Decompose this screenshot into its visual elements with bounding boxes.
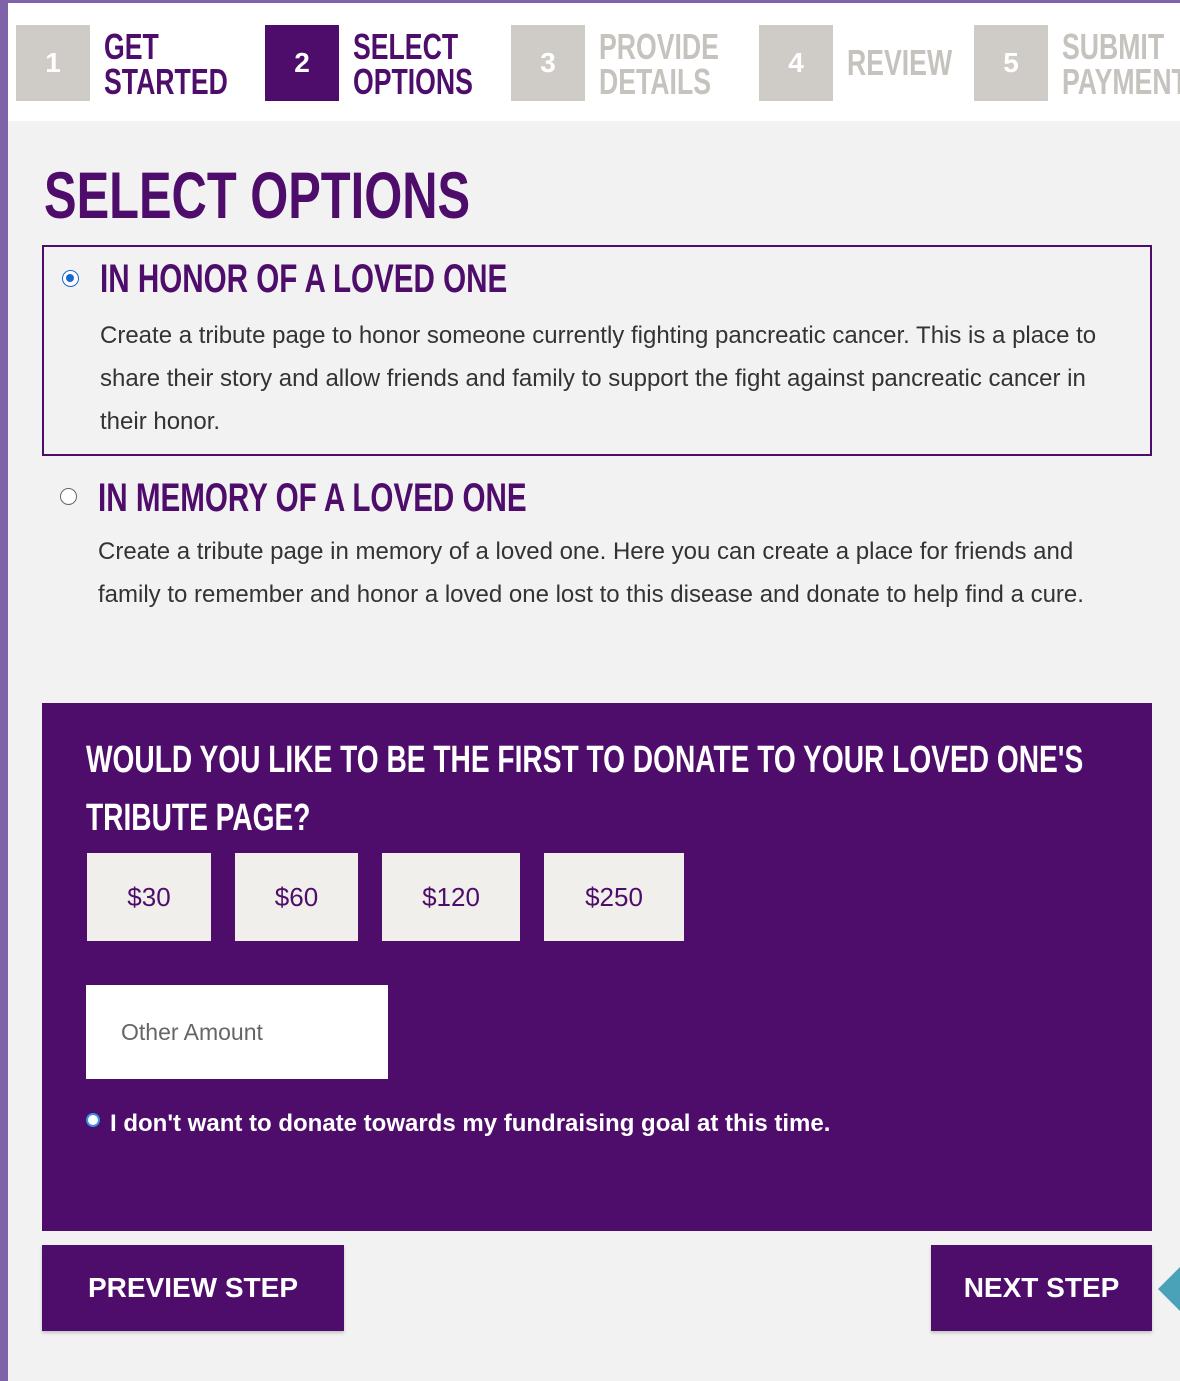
step-label: PROVIDE DETAILS <box>599 26 761 102</box>
amount-button-120[interactable]: $120 <box>382 853 520 941</box>
donation-panel: WOULD YOU LIKE TO BE THE FIRST TO DONATE… <box>42 703 1152 1231</box>
step-label: GET STARTED <box>104 26 271 102</box>
next-step-label: NEXT STEP <box>963 1272 1120 1303</box>
option-title: IN HONOR OF A LOVED ONE <box>100 257 650 301</box>
amount-button-250[interactable]: $250 <box>544 853 684 941</box>
radio-in-memory[interactable] <box>60 488 77 505</box>
progress-stepper: 1 GET STARTED 2 SELECT OPTIONS 3 PROVIDE… <box>8 3 1180 121</box>
step-number: 3 <box>511 25 585 101</box>
step-label-line2: OPTIONS <box>353 61 473 102</box>
step-label-line1: SUBMIT <box>1062 26 1165 67</box>
other-amount-input[interactable] <box>86 985 388 1079</box>
step-label: SELECT OPTIONS <box>353 26 515 102</box>
option-in-honor[interactable]: IN HONOR OF A LOVED ONE Create a tribute… <box>42 245 1152 456</box>
no-donate-label: I don't want to donate towards my fundra… <box>110 1110 831 1137</box>
step-label-line2: DETAILS <box>599 61 711 102</box>
step-label-line1: GET <box>104 26 159 67</box>
step-number: 2 <box>265 25 339 101</box>
amount-button-30[interactable]: $30 <box>87 853 211 941</box>
donation-heading: WOULD YOU LIKE TO BE THE FIRST TO DONATE… <box>86 731 1180 847</box>
step-number: 5 <box>974 25 1048 101</box>
option-description: Create a tribute page in memory of a lov… <box>98 538 1084 608</box>
amount-button-60[interactable]: $60 <box>235 853 358 941</box>
option-in-memory[interactable]: IN MEMORY OF A LOVED ONE Create a tribut… <box>42 468 1152 668</box>
step-label-line2: PAYMENT <box>1062 61 1180 102</box>
donation-heading-text: WOULD YOU LIKE TO BE THE FIRST TO DONATE… <box>86 739 1084 839</box>
step-label-line1: REVIEW <box>847 42 953 83</box>
step-number: 4 <box>759 25 833 101</box>
option-title-text: IN HONOR OF A LOVED ONE <box>100 257 508 301</box>
pointer-arrow-icon <box>1158 1265 1180 1313</box>
step-number: 1 <box>16 25 90 101</box>
option-description: Create a tribute page to honor someone c… <box>100 322 1097 435</box>
next-step-button[interactable]: NEXT STEP <box>931 1245 1152 1331</box>
step-label-line1: PROVIDE <box>599 26 719 67</box>
no-donate-radio[interactable] <box>86 1113 100 1127</box>
page-title: SELECT OPTIONS <box>44 160 620 230</box>
step-label: REVIEW <box>847 42 989 83</box>
previous-step-label: PREVIEW STEP <box>87 1272 299 1303</box>
step-label-line1: SELECT <box>353 26 459 67</box>
option-title-text: IN MEMORY OF A LOVED ONE <box>98 476 527 520</box>
previous-step-button[interactable]: PREVIEW STEP <box>42 1245 344 1331</box>
page-title-text: SELECT OPTIONS <box>44 158 471 232</box>
step-label-line2: STARTED <box>104 61 228 102</box>
step-label: SUBMIT PAYMENT <box>1062 26 1180 102</box>
option-title: IN MEMORY OF A LOVED ONE <box>98 476 677 520</box>
radio-in-honor[interactable] <box>62 270 79 287</box>
